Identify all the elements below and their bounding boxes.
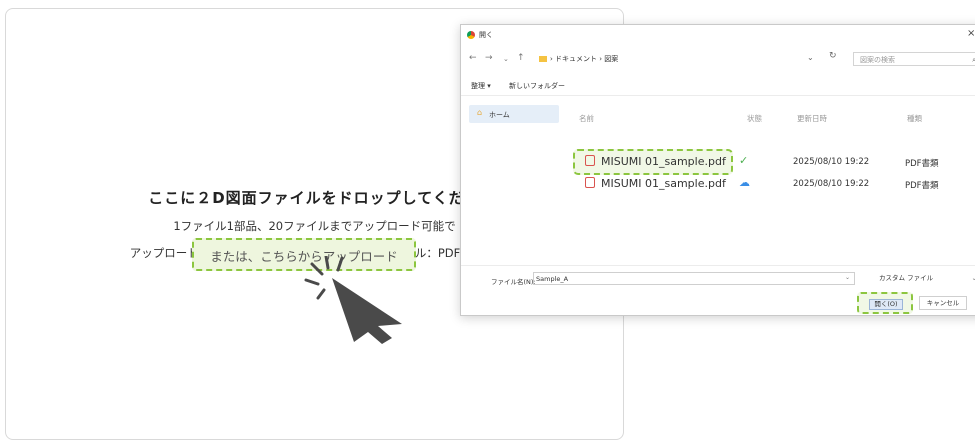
new-folder-button[interactable]: 新しいフォルダー — [509, 81, 565, 91]
address-dropdown-icon[interactable]: ⌄ — [807, 53, 814, 62]
close-icon[interactable]: × — [967, 28, 975, 39]
file-name: MISUMI 01_sample.pdf — [601, 155, 726, 168]
file-name: MISUMI 01_sample.pdf — [601, 177, 726, 190]
pdf-file-icon — [585, 155, 595, 166]
dialog-toolbar: 整理 ▾ 新しいフォルダー — [461, 75, 975, 96]
folder-icon — [539, 56, 547, 62]
pointer-cursor — [296, 254, 416, 346]
click-burst-icon — [304, 254, 344, 300]
filetype-select[interactable]: カスタム ファイル ⌄ — [879, 272, 975, 285]
dialog-navbar: ← → ⌄ ↑ › ドキュメント › 図案 ⌄ ↻ 図案の検索 ⌕ — [461, 47, 975, 71]
column-header-type[interactable]: 種類 — [907, 113, 922, 124]
search-input[interactable]: 図案の検索 ⌕ — [853, 52, 975, 66]
search-placeholder: 図案の検索 — [860, 56, 895, 64]
synced-check-icon: ✓ — [739, 154, 749, 167]
column-header-status[interactable]: 状態 — [747, 113, 762, 124]
column-header-name[interactable]: 名前 — [579, 113, 594, 124]
file-open-dialog[interactable]: 開く × ← → ⌄ ↑ › ドキュメント › 図案 ⌄ ↻ 図案の検索 ⌕ 整… — [460, 24, 975, 316]
forward-arrow-icon[interactable]: → — [485, 53, 493, 63]
up-arrow-icon[interactable]: ↑ — [517, 53, 525, 63]
address-prefix: › — [550, 55, 553, 63]
sidebar-item-label: ホーム — [489, 111, 510, 119]
file-row[interactable]: MISUMI 01_sample.pdf ☁ 2025/08/10 19:22 … — [573, 173, 975, 195]
refresh-icon[interactable]: ↻ — [829, 51, 837, 61]
file-type: PDF書類 — [905, 181, 939, 191]
column-header-modified[interactable]: 更新日時 — [797, 113, 827, 124]
open-button[interactable]: 開く(O) — [869, 299, 903, 310]
pdf-file-icon — [585, 177, 595, 188]
file-modified: 2025/08/10 19:22 — [793, 179, 870, 189]
file-type: PDF書類 — [905, 159, 939, 169]
filetype-value: カスタム ファイル — [879, 274, 934, 282]
file-row[interactable]: MISUMI 01_sample.pdf ✓ 2025/08/10 19:22 … — [573, 151, 975, 173]
cloud-icon: ☁ — [739, 176, 750, 189]
open-button-highlight: 開く(O) — [857, 292, 913, 314]
filename-label: ファイル名(N): — [491, 278, 536, 286]
chrome-app-icon — [467, 31, 475, 39]
dialog-footer: ファイル名(N): Sample_A ⌄ カスタム ファイル ⌄ 開く(O) キ… — [461, 265, 975, 316]
home-icon: ⌂ — [477, 108, 483, 117]
filename-field[interactable]: Sample_A — [533, 272, 855, 285]
filename-dropdown-icon[interactable]: ⌄ — [845, 274, 850, 281]
back-arrow-icon[interactable]: ← — [469, 53, 477, 63]
cancel-button[interactable]: キャンセル — [919, 296, 967, 310]
organize-menu[interactable]: 整理 ▾ — [471, 81, 491, 91]
file-modified: 2025/08/10 19:22 — [793, 157, 870, 167]
sidebar-item-home[interactable]: ⌂ ホーム — [469, 105, 559, 123]
recent-dropdown-icon[interactable]: ⌄ — [503, 55, 509, 63]
pointer-arrow-icon — [304, 254, 402, 344]
chevron-down-icon: ⌄ — [971, 274, 975, 282]
address-bar[interactable]: › ドキュメント › 図案 — [539, 52, 835, 66]
dialog-title: 開く — [479, 31, 493, 39]
address-path: ドキュメント › 図案 — [555, 55, 619, 63]
dialog-titlebar: 開く × — [461, 25, 975, 45]
